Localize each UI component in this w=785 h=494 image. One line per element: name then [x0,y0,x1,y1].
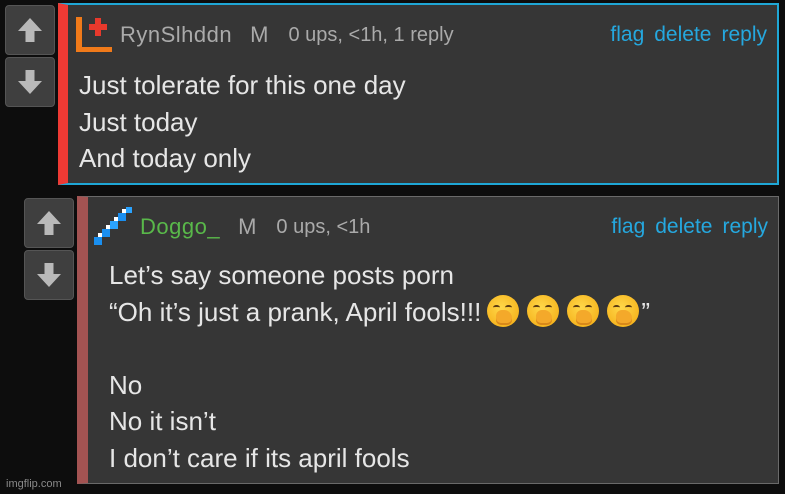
comment-meta: 0 ups, <1h [276,215,371,238]
downvote-button[interactable] [5,57,55,107]
emoji-row [487,294,640,327]
vote-controls-2 [24,198,74,300]
face-with-hand-over-mouth-icon [527,294,560,327]
user-badge: M [238,214,257,239]
comment-line-with-emoji: “Oh it’s just a prank, April fools!!! ” [109,294,768,331]
comment-line: I don’t care if its april fools [109,442,410,473]
comment-1: RynSlhddn M 0 ups, <1h, 1 reply flag del… [58,3,779,185]
comment-2: Doggo_ M 0 ups, <1h flag delete reply Le… [77,196,779,484]
watermark: imgflip.com [6,478,62,490]
delete-link[interactable]: delete [655,215,712,239]
reply-link[interactable]: reply [722,215,768,239]
username[interactable]: Doggo_ [140,214,220,240]
reply-link[interactable]: reply [721,23,767,47]
upvote-button[interactable] [24,198,74,248]
comment-line: And today only [79,143,252,173]
comment-actions: flag delete reply [610,23,767,47]
downvote-arrow-icon [18,70,42,94]
comment-line-text: “Oh it’s just a prank, April fools!!! [109,296,482,327]
vote-controls-1 [5,5,55,107]
comment-line: Let’s say someone posts porn [109,260,454,290]
comment-line [109,330,768,367]
upvote-arrow-icon [37,211,61,235]
comment-actions: flag delete reply [611,215,768,239]
comment-body: Let’s say someone posts porn “Oh it’s ju… [109,257,768,476]
orange-plus-avatar-icon [76,17,112,52]
comment-meta: 0 ups, <1h, 1 reply [288,23,454,46]
comment-line: No [109,369,143,400]
comment-body: Just tolerate for this one day Just toda… [79,67,767,177]
comment-header: Doggo_ M 0 ups, <1h flag delete reply [94,207,768,245]
flag-link[interactable]: flag [611,215,645,239]
downvote-arrow-icon [37,263,61,287]
comment-line: No it isn’t [109,406,216,436]
blue-pixel-diagonal-avatar-icon [94,207,132,245]
flag-link[interactable]: flag [610,23,644,47]
face-with-hand-over-mouth-icon [567,294,600,327]
delete-link[interactable]: delete [654,23,711,47]
user-badge: M [250,22,269,47]
closing-quote: ” [641,296,651,327]
upvote-button[interactable] [5,5,55,55]
username[interactable]: RynSlhddn [120,22,232,48]
comment-line: Just today [79,106,198,137]
comment-header: RynSlhddn M 0 ups, <1h, 1 reply flag del… [74,17,767,53]
upvote-arrow-icon [18,18,42,42]
comment-line: Just tolerate for this one day [79,70,406,100]
face-with-hand-over-mouth-icon [487,294,520,327]
downvote-button[interactable] [24,250,74,300]
face-with-hand-over-mouth-icon [607,294,640,327]
